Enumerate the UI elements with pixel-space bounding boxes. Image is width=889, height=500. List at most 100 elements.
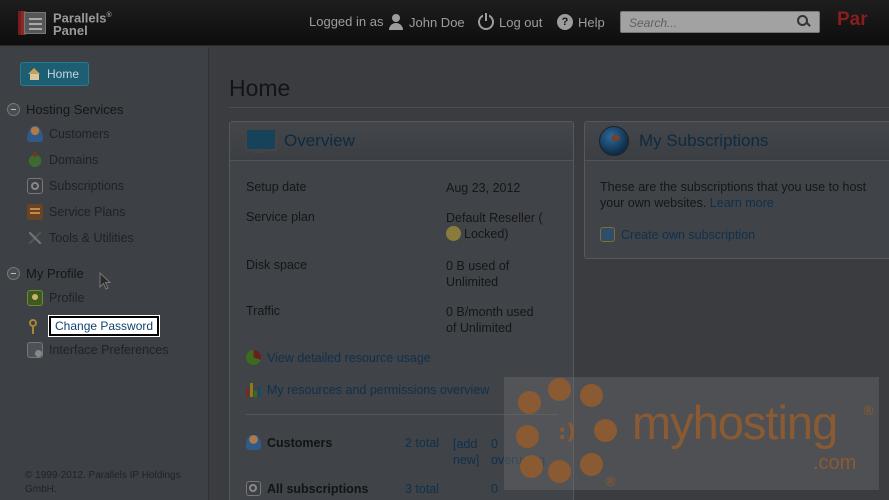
page-title: Home xyxy=(229,75,291,101)
home-icon xyxy=(28,68,41,80)
sidebar-item-label: Service Plans xyxy=(49,205,126,219)
search-icon[interactable] xyxy=(797,15,811,29)
create-subscription-link[interactable]: Create own subscription xyxy=(600,227,755,242)
smile-icon: :) xyxy=(558,420,576,444)
mouse-cursor-icon xyxy=(99,272,112,290)
sidebar-item-label: Profile xyxy=(49,291,85,305)
home-label: Home xyxy=(47,67,80,81)
all-subscriptions-row-label: All subscriptions xyxy=(246,481,368,496)
my-subscriptions-card-header: My Subscriptions xyxy=(585,122,889,161)
preferences-icon xyxy=(27,342,43,358)
globe-icon xyxy=(599,126,629,156)
traffic-value: 0 B/month used of Unlimited xyxy=(446,305,534,335)
resources-permissions-label[interactable]: My resources and permissions overview xyxy=(267,383,489,397)
copyright-footer: © 1999-2012. Parallels IP Holdings GmbH. xyxy=(25,470,181,495)
customers-total-link[interactable]: 2 total xyxy=(405,436,439,450)
sidebar-item-domains[interactable]: Domains xyxy=(27,152,98,168)
resources-permissions-link[interactable]: My resources and permissions overview xyxy=(246,382,489,397)
title-divider xyxy=(229,107,889,108)
customers-icon xyxy=(27,126,43,142)
view-resource-usage-link[interactable]: View detailed resource usage xyxy=(246,350,431,365)
left-sidebar: Home Hosting Services Customers Domains … xyxy=(0,47,209,500)
setup-date-label: Setup date xyxy=(246,180,307,194)
customers-row-label: Customers xyxy=(246,435,332,450)
brand-logo-partial: Par xyxy=(837,9,868,30)
setup-date-value: Aug 23, 2012 xyxy=(446,181,521,195)
section-title: My Profile xyxy=(26,266,84,281)
key-icon xyxy=(27,318,43,334)
profile-icon xyxy=(27,290,43,306)
logged-in-text: Logged in as xyxy=(309,14,384,29)
sidebar-item-label: Domains xyxy=(49,153,99,167)
view-resource-usage-label[interactable]: View detailed resource usage xyxy=(267,351,431,365)
disk-space-label: Disk space xyxy=(246,258,308,272)
lock-icon xyxy=(446,226,461,241)
my-subscriptions-card: My Subscriptions These are the subscript… xyxy=(584,121,889,259)
service-plan-name: Default Reseller ( xyxy=(446,211,543,225)
search-input[interactable] xyxy=(621,13,791,33)
service-plan-label: Service plan xyxy=(246,210,315,224)
subscriptions-icon xyxy=(27,178,43,194)
add-new-customer-link[interactable]: [add new] xyxy=(453,436,479,468)
section-hosting-services[interactable]: Hosting Services xyxy=(7,102,124,117)
sidebar-item-tools-utilities[interactable]: Tools & Utilities xyxy=(27,230,134,246)
sidebar-item-service-plans[interactable]: Service Plans xyxy=(27,204,125,220)
logo-text: Parallels® Panel xyxy=(53,10,112,39)
sidebar-item-label: Tools & Utilities xyxy=(49,231,134,245)
overview-title: Overview xyxy=(284,131,355,150)
section-title: Hosting Services xyxy=(26,102,124,117)
registered-mark: ® xyxy=(862,404,875,419)
learn-more-link[interactable]: Learn more xyxy=(710,196,774,210)
sidebar-item-customers[interactable]: Customers xyxy=(27,126,109,142)
disk-space-value: 0 B used of Unlimited xyxy=(446,259,510,289)
service-plans-icon xyxy=(27,204,43,220)
logout-label: Log out xyxy=(499,14,543,30)
collapse-icon[interactable] xyxy=(7,267,20,280)
sidebar-item-change-password[interactable]: Change Password xyxy=(27,315,161,337)
registered-mark-small: ® xyxy=(604,475,617,490)
subscriptions-description: These are the subscriptions that you use… xyxy=(600,180,867,210)
sidebar-item-label: Customers xyxy=(49,127,110,141)
parallels-logo-icon xyxy=(18,9,48,37)
customers-icon xyxy=(246,435,261,450)
parallels-logo[interactable]: Parallels® Panel xyxy=(18,9,112,37)
subscriptions-total-link[interactable]: 3 total xyxy=(405,482,439,496)
logged-in-label: Logged in as xyxy=(309,14,383,29)
collapse-icon[interactable] xyxy=(7,103,20,116)
sidebar-item-profile[interactable]: Profile xyxy=(27,290,84,306)
sidebar-item-interface-preferences[interactable]: Interface Preferences xyxy=(27,342,169,358)
tools-icon xyxy=(27,230,43,246)
create-subscription-icon xyxy=(600,227,615,242)
user-menu[interactable]: John Doe xyxy=(388,14,465,30)
user-icon xyxy=(388,14,404,30)
section-my-profile[interactable]: My Profile xyxy=(7,266,84,281)
subscriptions-icon xyxy=(246,481,261,496)
service-plan-value: Default Reseller ( Locked) xyxy=(446,210,543,242)
subscriptions-overusing-link[interactable]: 0 xyxy=(491,482,498,496)
service-plan-status: Locked) xyxy=(464,227,509,241)
watermark-text: myhosting xyxy=(632,396,838,449)
create-subscription-label[interactable]: Create own subscription xyxy=(621,228,755,242)
logout-icon xyxy=(478,13,494,30)
watermark-dotcom: .com xyxy=(813,452,857,474)
home-button[interactable]: Home xyxy=(20,62,89,86)
pie-chart-icon xyxy=(246,350,261,365)
help-icon: ? xyxy=(557,14,573,30)
myhosting-watermark: :) myhosting .com ® ® xyxy=(504,377,879,490)
sidebar-item-subscriptions[interactable]: Subscriptions xyxy=(27,178,124,194)
help-label: Help xyxy=(578,14,605,30)
domains-icon xyxy=(27,152,43,168)
overview-card-header: Overview xyxy=(230,122,573,161)
my-subscriptions-title: My Subscriptions xyxy=(639,131,769,150)
user-name: John Doe xyxy=(409,14,465,30)
change-password-link[interactable]: Change Password xyxy=(47,315,161,337)
monitor-icon xyxy=(244,128,277,154)
traffic-label: Traffic xyxy=(246,304,281,318)
sidebar-item-label: Subscriptions xyxy=(49,179,125,193)
help-link[interactable]: ? Help xyxy=(557,14,605,30)
sidebar-item-label: Interface Preferences xyxy=(49,343,169,357)
bar-chart-icon xyxy=(246,382,261,397)
search-box xyxy=(620,11,820,33)
logout-link[interactable]: Log out xyxy=(478,13,543,30)
top-header: Parallels® Panel Logged in as John Doe L… xyxy=(0,0,889,46)
